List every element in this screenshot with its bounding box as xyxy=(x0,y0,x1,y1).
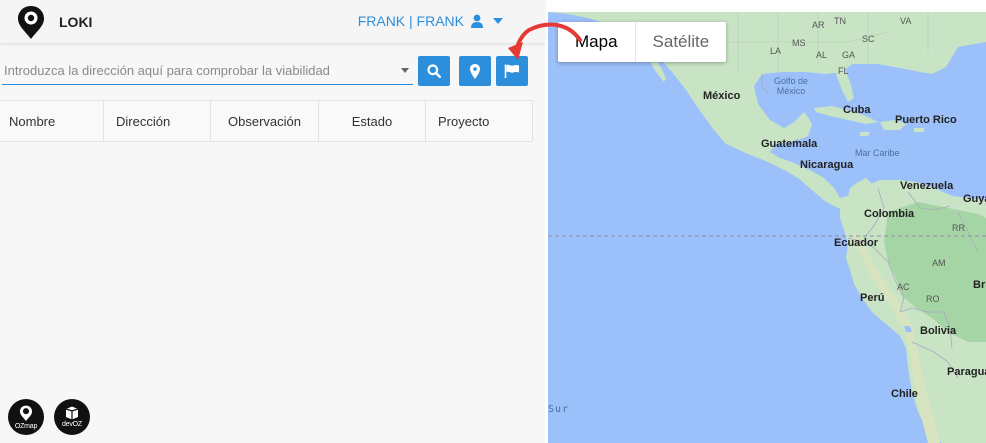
search-icon xyxy=(427,64,441,78)
user-menu[interactable]: FRANK | FRANK xyxy=(358,13,503,29)
column-header-direccion[interactable]: Dirección xyxy=(104,101,211,141)
map-label-chile: Chile xyxy=(891,388,918,400)
search-button[interactable] xyxy=(418,56,450,86)
map-label-fl: FL xyxy=(838,66,849,76)
map-label-guyana: Guyar xyxy=(963,193,986,205)
map-label-brasil: Br xyxy=(973,279,986,291)
map-label-sur: Sur xyxy=(548,404,570,415)
badge-label: devOZ xyxy=(61,421,82,428)
land-puerto-rico xyxy=(914,128,924,132)
map-label-sc: SC xyxy=(862,34,875,44)
map-label-mexico: México xyxy=(703,90,741,102)
map-label-la: LA xyxy=(770,46,782,56)
column-header-observacion[interactable]: Observación xyxy=(211,101,319,141)
badge-label: OZmap xyxy=(14,422,38,430)
map-label-ac: AC xyxy=(897,282,910,292)
ozmap-badge[interactable]: OZmap xyxy=(8,399,44,435)
map-label-ro: RO xyxy=(926,294,940,304)
app-title: LOKI xyxy=(59,14,93,30)
column-header-proyecto[interactable]: Proyecto xyxy=(426,101,533,141)
search-row xyxy=(0,56,545,86)
dropdown-caret-icon[interactable] xyxy=(401,68,409,73)
map-label-venezuela: Venezuela xyxy=(900,180,954,192)
column-header-nombre[interactable]: Nombre xyxy=(0,101,104,141)
map-label-ga: GA xyxy=(842,50,856,60)
map-label-bolivia: Bolivia xyxy=(920,325,957,337)
map-canvas xyxy=(548,12,986,443)
map-label-mar-caribe: Mar Caribe xyxy=(855,148,900,158)
annotation-arrow-icon xyxy=(508,22,582,60)
map-label-colombia: Colombia xyxy=(864,208,915,220)
map-view[interactable]: México Golfo de México Cuba Puerto Rico … xyxy=(548,12,986,443)
land-jamaica xyxy=(860,132,870,136)
results-table-header: Nombre Dirección Observación Estado Proy… xyxy=(0,100,533,142)
locate-button[interactable] xyxy=(459,56,491,86)
devoz-badge[interactable]: devOZ xyxy=(54,399,90,435)
map-label-ms: MS xyxy=(792,38,806,48)
chevron-down-icon[interactable] xyxy=(493,18,503,24)
flag-icon xyxy=(504,64,519,78)
map-label-nicaragua: Nicaragua xyxy=(800,159,854,171)
app-header: LOKI FRANK | FRANK xyxy=(0,0,545,44)
map-label-rr: RR xyxy=(952,223,965,233)
user-name[interactable]: FRANK | FRANK xyxy=(358,13,464,29)
map-label-ecuador: Ecuador xyxy=(834,237,879,249)
map-label-cuba: Cuba xyxy=(843,104,871,116)
map-label-paragua: Paragua xyxy=(947,366,986,378)
address-search-input[interactable] xyxy=(2,56,413,85)
map-label-ar: AR xyxy=(812,20,825,30)
map-label-al: AL xyxy=(816,50,828,60)
box-icon xyxy=(65,406,79,420)
map-label-va: VA xyxy=(900,16,912,26)
map-type-satelite-button[interactable]: Satélite xyxy=(634,22,727,62)
user-icon xyxy=(471,14,483,28)
map-label-am: AM xyxy=(932,258,946,268)
map-pin-logo-icon xyxy=(19,405,33,421)
map-label-tn: TN xyxy=(834,16,846,26)
map-marker-icon xyxy=(470,63,480,79)
map-label-golfo: Golfo de México xyxy=(774,76,809,96)
left-panel: LOKI FRANK | FRANK Introduzca la direcci… xyxy=(0,0,545,443)
column-header-estado[interactable]: Estado xyxy=(319,101,426,141)
map-label-guatemala: Guatemala xyxy=(761,138,818,150)
map-label-peru: Perú xyxy=(860,292,885,304)
map-label-puerto-rico: Puerto Rico xyxy=(895,114,957,126)
map-pin-logo-icon[interactable] xyxy=(16,5,46,41)
